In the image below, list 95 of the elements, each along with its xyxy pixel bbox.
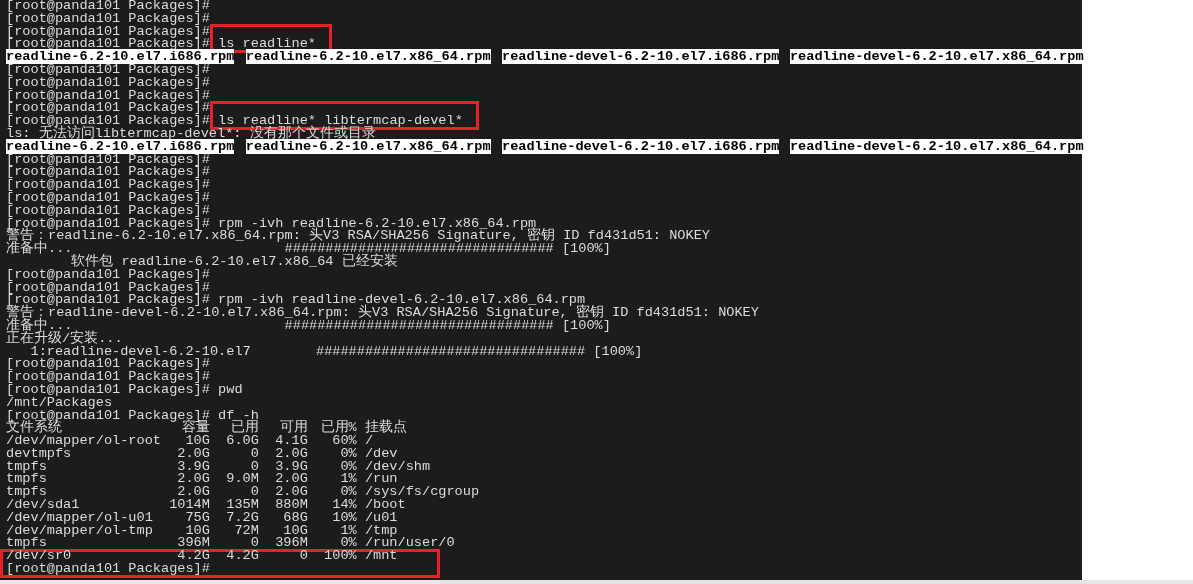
file-name: readline-devel-6.2-10.el7.i686.rpm — [501, 138, 780, 154]
table-cell-text: 60% — [331, 435, 357, 448]
terminal-line: [root@panda101 Packages]# — [6, 268, 210, 282]
table-cell-text: 396M — [176, 537, 210, 551]
table-cell-text: /run/user/0 — [363, 537, 456, 551]
table-cell-text: /run — [363, 473, 398, 487]
table-cell-text: /tmp — [363, 524, 398, 538]
terminal-line: [root@panda101 Packages]# — [6, 204, 210, 218]
table-cell-text: 2.0G — [176, 447, 210, 461]
terminal-line: [root@panda101 Packages]# — [6, 358, 210, 372]
table-cell-text: /boot — [363, 499, 406, 512]
table-cell-text: /dev/mapper/ol-u01 — [6, 511, 154, 525]
table-cell-text: /dev/sr0 — [6, 550, 72, 564]
table-cell-text: 135M — [225, 499, 259, 512]
terminal-line: [root@panda101 Packages]# — [6, 64, 210, 77]
table-cell-text: 880M — [274, 499, 308, 512]
table-cell-text: 0% — [339, 447, 357, 461]
terminal-line: 软件包 readline-6.2-10.el7.x86_64 已经安装 — [71, 255, 398, 269]
table-cell-text: /dev/sda1 — [6, 499, 80, 512]
terminal-line: [root@panda101 Packages]# — [6, 563, 210, 576]
terminal-line: [root@panda101 Packages]# — [6, 25, 210, 39]
file-name: readline-6.2-10.el7.i686.rpm — [6, 49, 235, 65]
table-cell-text: 0 — [249, 447, 259, 461]
table-cell-text: tmpfs — [6, 537, 47, 551]
table-cell-text: 0 — [250, 460, 259, 474]
table-cell-text: 1014M — [168, 499, 210, 512]
table-cell-text: /sys/fs/cgroup — [363, 486, 481, 500]
terminal-line: [root@panda101 Packages]# — [6, 281, 210, 295]
table-cell-text: /dev/shm — [363, 460, 432, 474]
table-cell-text: /dev — [363, 447, 399, 461]
table-cell-text: 0% — [340, 486, 357, 500]
terminal-line: /mnt/Packages — [6, 396, 113, 410]
terminal-line: ls: 无法访问libtermcap-devel*: 没有那个文件或目录 — [6, 127, 376, 141]
terminal-line: [root@panda101 Packages]# — [6, 153, 210, 167]
table-cell-text: 2.0G — [274, 473, 308, 487]
file-name: readline-devel-6.2-10.el7.x86_64.rpm — [789, 49, 1084, 65]
file-name: readline-6.2-10.el7.x86_64.rpm — [245, 138, 491, 154]
table-cell-text: 9.0M — [225, 473, 259, 487]
table-cell-text: 0% — [339, 460, 357, 474]
terminal-line: [root@panda101 Packages]# pwd — [6, 383, 243, 397]
table-header: 已用% — [319, 422, 357, 436]
table-cell-text: tmpfs — [6, 460, 47, 474]
table-cell-text: /dev/mapper/ol-tmp — [6, 524, 154, 538]
table-cell-text: 72M — [233, 524, 259, 538]
table-cell-text: 14% — [331, 499, 357, 512]
table-header: 已用 — [230, 422, 259, 436]
table-cell-text: 2.0G — [177, 486, 210, 500]
terminal-line: [root@panda101 Packages]# — [6, 12, 210, 26]
table-cell-text: 4.2G — [177, 550, 210, 564]
table-cell-text: tmpfs — [6, 473, 48, 487]
file-name: readline-6.2-10.el7.i686.rpm — [6, 138, 235, 154]
terminal-line: 1:readline-devel-6.2-10.el7 ################################# [100%] — [30, 345, 643, 359]
terminal-line: 正在升级/安装... — [6, 332, 123, 346]
table-cell-text: /u01 — [363, 511, 399, 525]
table-cell-text: 0 — [298, 550, 308, 564]
table-cell-text: 2.0G — [274, 447, 308, 461]
table-cell-text: /mnt — [363, 550, 399, 564]
table-cell-text: / — [363, 435, 374, 448]
table-cell-text: 6.0G — [225, 435, 259, 448]
file-name: readline-devel-6.2-10.el7.i686.rpm — [501, 49, 780, 65]
terminal-line: [root@panda101 Packages]# — [6, 76, 210, 90]
table-header: 可用 — [279, 422, 308, 436]
table-cell-text: 3.9G — [176, 460, 210, 474]
table-cell-text: tmpfs — [6, 486, 47, 500]
file-name: readline-devel-6.2-10.el7.x86_64.rpm — [789, 138, 1084, 154]
table-cell-text: 396M — [274, 537, 308, 551]
table-cell-text: 3.9G — [274, 460, 308, 474]
table-cell: /dev/mapper/ol-root — [6, 435, 161, 448]
terminal-line: [root@panda101 Packages]# — [6, 166, 210, 180]
table-cell-text: devtmpfs — [6, 447, 72, 461]
file-name: readline-6.2-10.el7.x86_64.rpm — [245, 49, 491, 65]
table-cell-text: 10G — [185, 524, 210, 538]
table-cell-text: 1% — [339, 473, 357, 487]
table-cell-text: 2.0G — [274, 486, 308, 500]
table-cell-text: 0 — [250, 486, 259, 500]
table-cell-text: 0 — [250, 537, 259, 551]
table-cell-text: 7.2G — [225, 511, 259, 525]
table-cell-text: 10G — [185, 435, 210, 448]
table-cell-text: 68G — [282, 511, 308, 525]
table-cell-text: 10% — [331, 511, 357, 525]
terminal-line: [root@panda101 Packages]# — [6, 179, 210, 192]
table-cell-text: 75G — [184, 511, 210, 525]
table-cell-text: 1% — [339, 524, 357, 538]
terminal-line: [root@panda101 Packages]# — [6, 191, 210, 205]
table-cell-text: 2.0G — [176, 473, 210, 487]
table-cell-text: 0% — [340, 537, 357, 551]
table-cell-text: 10G — [283, 524, 308, 538]
terminal-line: [root@panda101 Packages]# — [6, 102, 210, 116]
table-cell-text: 4.2G — [225, 550, 259, 564]
terminal-line: [root@panda101 Packages]# — [6, 0, 210, 13]
terminal-line: [root@panda101 Packages]# — [6, 371, 210, 384]
table-cell-text: 100% — [323, 550, 357, 564]
table-cell-text: 4.1G — [274, 435, 308, 448]
terminal-line: [root@panda101 Packages]# — [6, 89, 210, 103]
terminal-line: [root@panda101 Packages]# ls readline* — [6, 38, 316, 52]
